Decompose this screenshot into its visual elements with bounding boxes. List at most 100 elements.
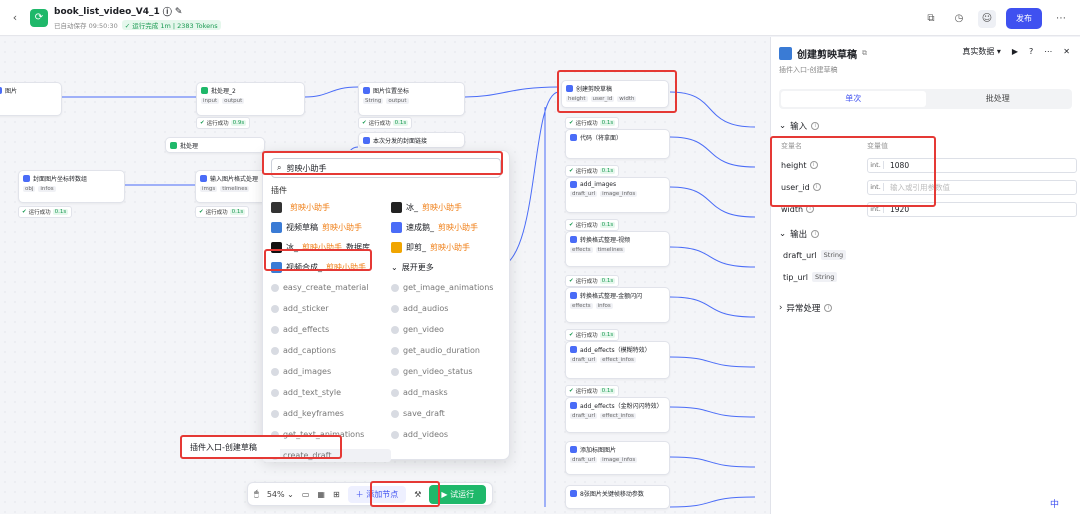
node-create-draft[interactable]: 创建剪映草稿 height user_id width [561,80,669,108]
minimap-icon[interactable]: ▦ [317,490,325,499]
run-status[interactable]: ✔ 运行成功 0.1s [565,165,620,177]
plugin-item-video-compose[interactable]: 视频合成_ 剪映小助手 [271,261,391,274]
node-cover-link[interactable]: 本次分发的封面链接 [358,132,465,148]
more-icon[interactable]: ⋯ [1044,47,1052,56]
back-icon[interactable]: ‹ [0,11,30,24]
function-item[interactable]: add_keyframes [271,407,391,420]
exception-section-header[interactable]: › 异常处理 i [771,284,1080,314]
run-status[interactable]: ✔ 运行成功 0.1s [195,206,250,218]
chevron-down-icon: ⌄ [779,229,787,239]
run-status[interactable]: ✔ 运行成功 0.1s [565,117,620,129]
collaborator-icon[interactable]: ☺ [978,9,996,28]
tab-batch[interactable]: 批处理 [926,91,1071,107]
function-item[interactable]: get_audio_duration [391,344,511,357]
pointer-icon[interactable]: 🖱 [254,489,259,499]
info-icon[interactable]: ⓘ [163,5,172,18]
node-format-gold[interactable]: 转换格式整理-金额闪闪 effects infos [565,287,670,323]
plugin-item[interactable]: 冰_ 剪映小助手 [391,201,511,214]
height-field[interactable]: int. 1080 [867,157,1077,173]
plugin-item[interactable]: 冰_ 剪映小助手 数据库 [271,241,391,254]
layout-icon[interactable]: ⊞ [333,490,340,499]
run-status[interactable]: ✔ 运行成功 0.1s [565,275,620,287]
publish-button[interactable]: 发布 [1006,8,1042,29]
plugin-icon [391,202,402,213]
function-item[interactable]: add_sticker [271,302,391,315]
function-item[interactable]: save_draft [391,407,511,420]
language-indicator[interactable]: 中 [1046,496,1064,511]
function-item[interactable]: gen_video [391,323,511,336]
function-item[interactable]: gen_video_status [391,365,511,378]
run-status[interactable]: ✔ 运行成功 0.1s [565,385,620,397]
data-mode-select[interactable]: 真实数据 ▾ [962,46,1001,57]
function-item[interactable]: add_images [271,365,391,378]
user-id-field[interactable]: int. 输入或引用参数值 [867,179,1077,195]
zoom-select[interactable]: 54% ⌄ [267,490,294,499]
plugin-item[interactable]: 剪映小助手 [271,201,391,214]
node-batch[interactable]: 批处理 [165,137,265,153]
node-config-panel: 创建剪映草稿 ⧉ 真实数据 ▾ ▶ ? ⋯ ✕ 插件入口-创建草稿 单次 批处理… [770,37,1080,514]
close-icon[interactable]: ✕ [1063,47,1070,56]
run-status[interactable]: ✔ 运行成功 0.1s [565,329,620,341]
output-section-header[interactable]: ⌄ 输出 i [771,217,1080,240]
play-icon[interactable]: ▶ [1012,47,1018,56]
panel-controls: 真实数据 ▾ ▶ ? ⋯ ✕ [962,46,1070,57]
node-image-position[interactable]: 图片位置坐标 String output [358,82,465,116]
node-icon [0,87,2,94]
run-status-badge: ✓ 运行完成 1m | 2383 Tokens [121,20,221,30]
function-item[interactable]: get_text_animations [271,428,391,441]
code-icon [363,137,370,144]
code-icon [570,490,577,497]
run-status[interactable]: ✔ 运行成功 0.9s [196,117,251,129]
plugin-item[interactable]: 即剪_ 剪映小助手 [391,241,511,254]
function-item[interactable]: add_videos [391,428,511,441]
jianying-icon [570,446,577,453]
node-add-effects-gold[interactable]: add_effects（金粉闪闪特效） draft_url effect_info… [565,397,670,433]
info-icon: i [806,205,815,213]
node-format-video[interactable]: 转换格式整理-视频 effects timelines [565,231,670,267]
plugin-item[interactable]: 视频草稿 剪映小助手 [271,221,391,234]
run-status[interactable]: ✔ 运行成功 0.1s [358,117,413,129]
function-item[interactable]: add_text_style [271,386,391,399]
function-item[interactable]: add_effects [271,323,391,336]
more-icon[interactable]: ⋯ [1052,10,1070,28]
section-title: 插件 [271,186,287,195]
jianying-icon [779,47,792,60]
node-add-title-image[interactable]: 添加标图图片 draft_url image_infos [565,441,670,475]
app-title[interactable]: book_list_video_V4_1 [54,7,160,17]
node-image[interactable]: 图片 [0,82,62,116]
panel-title[interactable]: 创建剪映草稿 [797,46,857,61]
edit-icon[interactable]: ✎ [175,7,183,17]
trial-run-button[interactable]: ▶ 试运行 [429,484,487,504]
tab-single[interactable]: 单次 [781,91,926,107]
help-icon[interactable]: ? [1029,47,1033,56]
function-item-create-draft[interactable]: create_draft [263,449,391,462]
copy-icon[interactable]: ⧉ [862,49,867,58]
node-code[interactable]: 代码（将拿面） [565,129,670,159]
history-icon[interactable]: ◷ [950,10,968,28]
function-item[interactable]: easy_create_material [271,281,391,294]
plugin-search-input[interactable]: ⌕ 剪映小助手 [271,158,501,178]
run-status[interactable]: ✔ 运行成功 0.1s [565,219,620,231]
run-status[interactable]: ✔ 运行成功 0.1s [18,206,73,218]
function-item[interactable]: add_captions [271,344,391,357]
title-box: book_list_video_V4_1 ⓘ ✎ 已自动保存 09:50:30 ✓ 运… [54,5,221,30]
expand-more-button[interactable]: ⌄ 展开更多 [391,261,511,274]
function-item[interactable]: add_masks [391,386,511,399]
plugin-item[interactable]: 速成鹅_ 剪映小助手 [391,221,511,234]
width-field[interactable]: int. 1920 [867,201,1077,217]
comment-icon[interactable]: ▭ [302,490,310,499]
node-add-images[interactable]: add_images draft_url image_infos [565,177,670,213]
plugin-icon [271,202,282,213]
debug-icon[interactable]: ⚒ [414,490,421,499]
copy-icon[interactable]: ⧉ [922,10,940,28]
jianying-icon [570,181,577,188]
plugin-search-panel: ⌕ 剪映小助手 插件 剪映小助手 冰_ 剪映小助手 视频草稿 剪映小助手 速成鹅_ 剪… [262,150,511,462]
node-batch-2[interactable]: 批处理_2 input output [196,82,305,116]
function-item[interactable]: add_audios [391,302,511,315]
add-node-button[interactable]: ＋ 添加节点 [347,485,407,503]
input-section-header[interactable]: ⌄ 输入 i [771,109,1080,132]
node-add-effects-blur[interactable]: add_effects（模糊特效） draft_url effect_infos [565,341,670,379]
function-item[interactable]: get_image_animations [391,281,511,294]
node-keyframe-params[interactable]: 8张图片关键帧移动参数 [565,485,670,509]
node-cover-array[interactable]: 封面图片坐标转数组 obj infos [18,170,125,203]
